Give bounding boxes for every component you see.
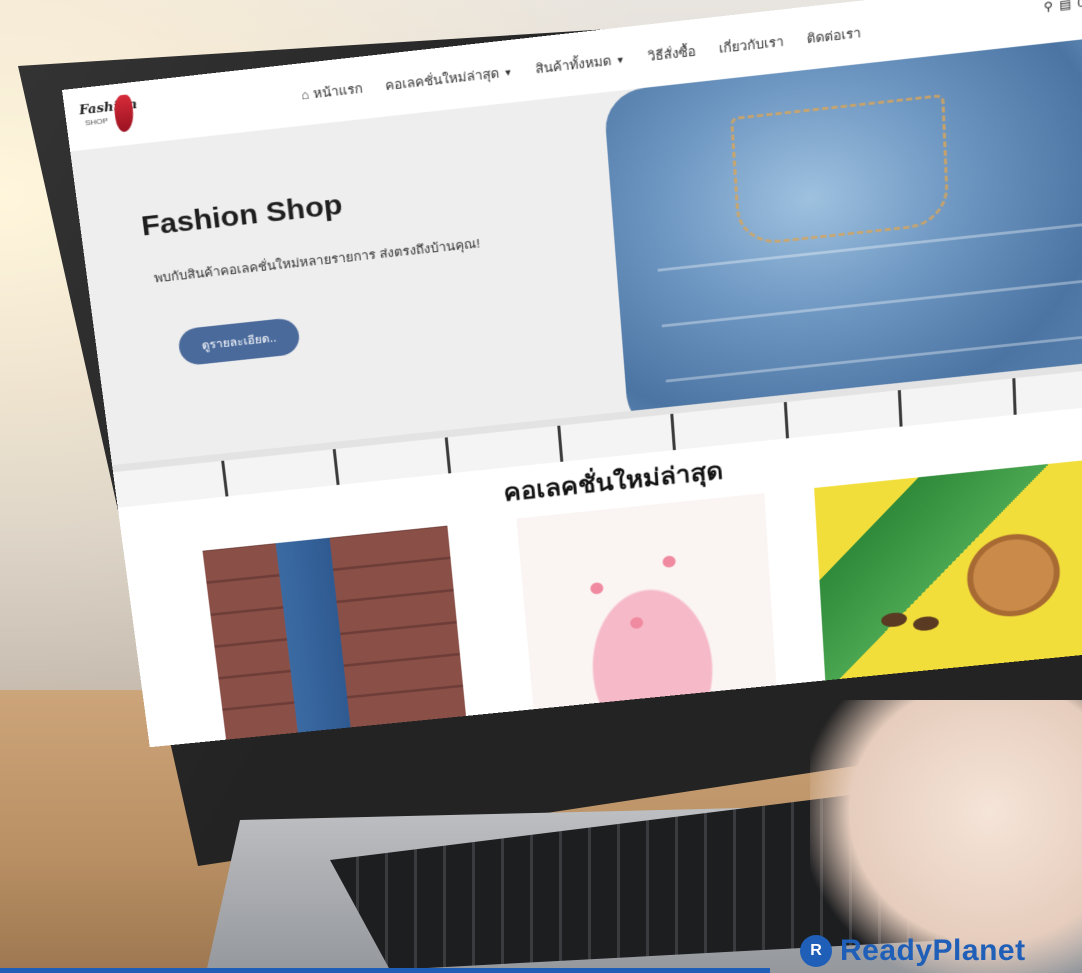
- collection-card-jeans[interactable]: [202, 525, 467, 740]
- nav-item-label: คอเลคชั่นใหม่ล่าสุด: [384, 65, 500, 94]
- nav-item-new-collection[interactable]: คอเลคชั่นใหม่ล่าสุด ▼: [384, 61, 514, 96]
- nav-item-all-products[interactable]: สินค้าทั้งหมด ▼: [535, 49, 626, 79]
- site-logo[interactable]: Fashion SHOP: [78, 91, 145, 140]
- sunglasses-image: [880, 611, 908, 629]
- nav-item-label: เกี่ยวกับเรา: [718, 34, 785, 56]
- website-page: Fashion SHOP ⌂ หน้าแรก คอเลคชั่นใหม่ล่าส…: [62, 0, 1082, 748]
- caret-down-icon: ▼: [615, 54, 626, 66]
- nav-item-label: วิธีสั่งซื้อ: [647, 43, 697, 64]
- nav-icons: ⚲ ▤ 0: [1043, 0, 1082, 14]
- collection-card-accessories[interactable]: [814, 457, 1082, 681]
- bottom-rule: [0, 968, 770, 973]
- nav-item-how-to-order[interactable]: วิธีสั่งซื้อ: [647, 41, 697, 67]
- logo-subtext: SHOP: [84, 116, 109, 128]
- jeans-pocket: [729, 93, 950, 247]
- caret-down-icon: ▼: [503, 66, 514, 78]
- nav-item-home[interactable]: ⌂ หน้าแรก: [300, 78, 364, 105]
- hero-subtitle: พบกับสินค้าคอเลคชั่นใหม่หลายรายการ ส่งตร…: [153, 236, 481, 286]
- brand-watermark: R ReadyPlanet: [800, 934, 1026, 968]
- collection-card-dress[interactable]: [516, 493, 777, 710]
- nav-item-contact[interactable]: ติดต่อเรา: [806, 22, 861, 49]
- brand-name: ReadyPlanet: [840, 934, 1026, 967]
- photo-background: Fashion SHOP ⌂ หน้าแรก คอเลคชั่นใหม่ล่าส…: [0, 0, 1082, 973]
- hero-details-button[interactable]: ดูรายละเอียด..: [176, 316, 301, 367]
- nav-item-label: ติดต่อเรา: [806, 25, 862, 47]
- laptop-screen: Fashion SHOP ⌂ หน้าแรก คอเลคชั่นใหม่ล่าส…: [52, 0, 1082, 810]
- sunglasses-image: [912, 615, 940, 632]
- search-icon[interactable]: ⚲: [1043, 0, 1053, 14]
- home-icon: ⌂: [300, 86, 311, 103]
- cart-icon[interactable]: ▤: [1059, 0, 1071, 12]
- nav-item-label: หน้าแรก: [312, 81, 364, 102]
- readyplanet-logo-icon: R: [800, 935, 832, 967]
- nav-item-label: สินค้าทั้งหมด: [534, 53, 613, 77]
- jeans-fold: [661, 278, 1082, 328]
- nav-item-about[interactable]: เกี่ยวกับเรา: [718, 31, 784, 59]
- hero-title: Fashion Shop: [139, 189, 344, 243]
- cart-count: 0: [1077, 0, 1082, 11]
